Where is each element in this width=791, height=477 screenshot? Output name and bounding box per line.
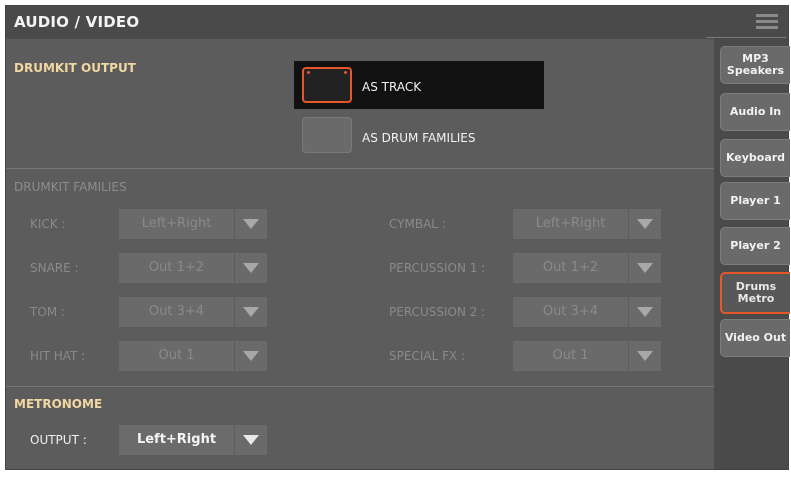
metronome-output-value: Left+Right (119, 425, 234, 455)
as-drum-families-label[interactable]: AS DRUM FAMILIES (362, 131, 476, 145)
chevron-down-icon[interactable] (629, 341, 661, 371)
chevron-down-icon[interactable] (629, 209, 661, 239)
metronome-output-label: OUTPUT : (30, 433, 87, 447)
percussion-2-value: Out 3+4 (513, 297, 628, 327)
percussion-2-dropdown[interactable]: Out 3+4 (513, 297, 661, 327)
chevron-down-icon[interactable] (235, 425, 267, 455)
kick-dropdown[interactable]: Left+Right (119, 209, 267, 239)
title-divider (706, 37, 786, 38)
special-fx-dropdown[interactable]: Out 1 (513, 341, 661, 371)
hit-hat-dropdown[interactable]: Out 1 (119, 341, 267, 371)
percussion-1-value: Out 1+2 (513, 253, 628, 283)
audio-video-window: AUDIO / VIDEO DRUMKIT OUTPUT AS TRACK AS… (5, 5, 790, 470)
as-drum-families-radio[interactable] (302, 117, 352, 153)
as-track-radio[interactable] (302, 67, 352, 103)
main-panel: DRUMKIT OUTPUT AS TRACK AS DRUM FAMILIES… (6, 39, 714, 469)
tab-mp3-speakers[interactable]: MP3 Speakers (720, 46, 790, 84)
chevron-down-icon[interactable] (235, 341, 267, 371)
chevron-down-icon[interactable] (235, 209, 267, 239)
metronome-heading: METRONOME (14, 397, 103, 411)
drumkit-families-heading: DRUMKIT FAMILIES (14, 180, 127, 194)
title-bar: AUDIO / VIDEO (6, 6, 788, 39)
drumkit-output-heading: DRUMKIT OUTPUT (14, 61, 136, 75)
tom-label: TOM : (30, 305, 65, 319)
kick-value: Left+Right (119, 209, 234, 239)
menu-icon[interactable] (756, 14, 778, 31)
hit-hat-value: Out 1 (119, 341, 234, 371)
cymbal-label: CYMBAL : (389, 217, 446, 231)
hit-hat-label: HIT HAT : (30, 349, 86, 363)
special-fx-label: SPECIAL FX : (389, 349, 466, 363)
tab-player-1[interactable]: Player 1 (720, 182, 790, 220)
as-track-label[interactable]: AS TRACK (362, 80, 421, 94)
percussion-1-label: PERCUSSION 1 : (389, 261, 486, 275)
chevron-down-icon[interactable] (235, 253, 267, 283)
tab-player-2[interactable]: Player 2 (720, 227, 790, 265)
chevron-down-icon[interactable] (235, 297, 267, 327)
sidebar: MP3 Speakers Audio In Keyboard Player 1 … (714, 39, 790, 469)
chevron-down-icon[interactable] (629, 253, 661, 283)
section-divider (6, 386, 714, 387)
chevron-down-icon[interactable] (629, 297, 661, 327)
tom-value: Out 3+4 (119, 297, 234, 327)
tab-video-out[interactable]: Video Out (720, 319, 790, 357)
tab-drums-metro[interactable]: Drums Metro (720, 272, 790, 314)
metronome-output-dropdown[interactable]: Left+Right (119, 425, 267, 455)
snare-value: Out 1+2 (119, 253, 234, 283)
snare-dropdown[interactable]: Out 1+2 (119, 253, 267, 283)
page-title: AUDIO / VIDEO (14, 13, 140, 31)
section-divider (6, 168, 714, 169)
special-fx-value: Out 1 (513, 341, 628, 371)
cymbal-dropdown[interactable]: Left+Right (513, 209, 661, 239)
tab-audio-in[interactable]: Audio In (720, 93, 790, 131)
snare-label: SNARE : (30, 261, 79, 275)
tom-dropdown[interactable]: Out 3+4 (119, 297, 267, 327)
tab-keyboard[interactable]: Keyboard (720, 139, 790, 177)
kick-label: KICK : (30, 217, 66, 231)
percussion-2-label: PERCUSSION 2 : (389, 305, 486, 319)
percussion-1-dropdown[interactable]: Out 1+2 (513, 253, 661, 283)
cymbal-value: Left+Right (513, 209, 628, 239)
